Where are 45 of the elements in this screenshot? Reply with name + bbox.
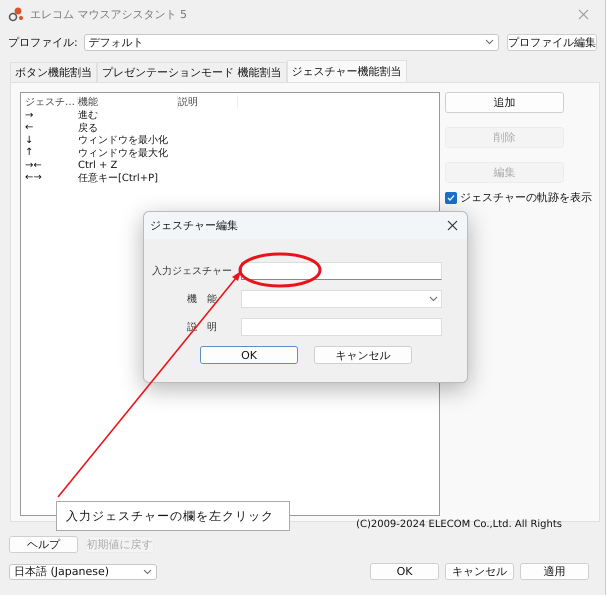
tab[interactable]: ボタン機能割当 (10, 62, 97, 82)
checkbox-label: ジェスチャーの軌跡を表示 (460, 190, 592, 205)
column-header[interactable]: 説明 (178, 95, 238, 109)
close-icon[interactable] (447, 220, 458, 231)
language-dropdown[interactable]: 日本語 (Japanese) (9, 564, 157, 580)
chevron-icon (143, 568, 152, 574)
app-icon (8, 6, 24, 22)
column-header[interactable]: ジェスチ… (24, 95, 78, 109)
input-field[interactable] (241, 262, 442, 280)
function-cell-text: 戻る (78, 122, 99, 135)
chevron-icon (429, 296, 438, 302)
profile-dropdown[interactable]: デフォルト (84, 34, 499, 50)
input-field[interactable] (241, 318, 442, 336)
gesture-cell-text: →← (24, 160, 43, 171)
side-button[interactable]: 追加 (445, 92, 564, 113)
annotation-callout: 入力ジェスチャーの欄を左クリック (56, 501, 290, 531)
dialog-title: ジェスチャー編集 (150, 218, 238, 233)
profile-label: プロファイル: (8, 34, 78, 50)
footer-button[interactable]: 適用 (520, 563, 589, 580)
dialog-button[interactable]: OK (200, 346, 298, 364)
tab[interactable]: プレゼンテーションモード 機能割当 (97, 62, 286, 82)
help-button[interactable]: ヘルプ (9, 536, 78, 553)
footer-button[interactable]: OK (370, 563, 439, 580)
dialog-button[interactable]: キャンセル (314, 346, 412, 364)
field-label: 入力ジェスチャー (152, 264, 233, 278)
chevron-icon (485, 39, 494, 45)
dropdown-field[interactable] (241, 290, 442, 308)
tab[interactable]: ジェスチャー機能割当 (286, 60, 406, 82)
function-cell-text: Ctrl + Z (78, 160, 118, 171)
gesture-cell-text: ←→ (24, 172, 43, 184)
copyright-text: (C)2009-2024 ELECOM Co.,Ltd. All Rights (355, 519, 563, 532)
function-cell-text: 任意キー[Ctrl+P] (78, 172, 160, 185)
function-cell-text: 進む (78, 109, 99, 122)
field-label: 機 能 (186, 292, 218, 306)
profile-edit-button[interactable]: プロファイル編集 (507, 34, 597, 50)
footer-button[interactable]: キャンセル (445, 563, 514, 580)
gesture-cell-text: → (24, 110, 34, 121)
function-cell-text: ウィンドウを最大化 (78, 146, 169, 160)
window-title: エレコム マウスアシスタント 5 (30, 6, 188, 22)
gesture-cell-text: ← (24, 122, 34, 134)
gesture-cell-text: ↓ (24, 134, 34, 146)
column-header[interactable]: 機能 (78, 95, 178, 109)
gesture-cell-text: ↑ (24, 147, 34, 158)
function-cell-text: ウィンドウを最小化 (78, 134, 169, 148)
checkbox[interactable] (445, 192, 457, 204)
